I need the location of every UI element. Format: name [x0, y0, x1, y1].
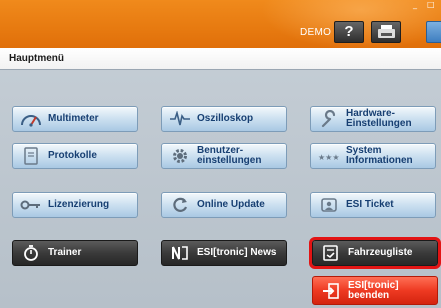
oszilloskop-label: Oszilloskop	[197, 113, 254, 124]
online-update-button[interactable]: Online Update	[161, 192, 287, 218]
esi-ticket-button[interactable]: ESI Ticket	[310, 192, 436, 218]
stars-icon: ★★★	[318, 146, 340, 166]
main-menu: Multimeter Oszilloskop Hardware- Einstel…	[0, 70, 441, 308]
svg-text:★★★: ★★★	[318, 153, 340, 161]
window-button[interactable]	[426, 21, 441, 43]
online-update-label: Online Update	[197, 199, 265, 210]
maximize-icon[interactable]: □	[427, 1, 435, 9]
mode-label: DEMO	[300, 27, 332, 38]
lizenzierung-button[interactable]: Lizenzierung	[12, 192, 138, 218]
ticket-icon	[318, 195, 340, 215]
multimeter-button[interactable]: Multimeter	[12, 106, 138, 132]
protokolle-button[interactable]: Protokolle	[12, 143, 138, 169]
lizenzierung-label: Lizenzierung	[48, 199, 110, 210]
stopwatch-icon	[20, 243, 42, 263]
fahrzeugliste-button[interactable]: Fahrzeugliste	[309, 237, 441, 269]
print-button[interactable]	[371, 21, 401, 43]
car-list-icon	[320, 243, 342, 263]
multimeter-label: Multimeter	[48, 113, 99, 124]
system-info-label: System Informationen	[346, 145, 413, 166]
exit-button[interactable]: ESI[tronic] beenden	[312, 276, 438, 305]
user-settings-label: Benutzer- einstellungen	[197, 145, 262, 166]
page-title: Hauptmenü	[9, 53, 64, 64]
exit-label: ESI[tronic] beenden	[348, 279, 399, 301]
oszilloskop-button[interactable]: Oszilloskop	[161, 106, 287, 132]
document-icon	[20, 146, 42, 166]
trainer-label: Trainer	[48, 247, 82, 258]
key-icon	[20, 195, 42, 215]
refresh-icon	[169, 195, 191, 215]
news-icon	[169, 243, 191, 263]
system-info-button[interactable]: ★★★ System Informationen	[310, 143, 436, 169]
wrench-icon	[318, 109, 340, 129]
minimize-icon[interactable]: _	[413, 1, 421, 9]
window-controls: _ □	[413, 1, 435, 9]
gear-icon	[169, 146, 191, 166]
hardware-settings-label: Hardware- Einstellungen	[346, 108, 412, 129]
gauge-icon	[20, 109, 42, 129]
title-bar: Hauptmenü	[0, 48, 441, 70]
esitronic-news-button[interactable]: ESI[tronic] News	[161, 240, 287, 266]
esi-ticket-label: ESI Ticket	[346, 199, 394, 210]
top-bar: _ □ DEMO ?	[0, 0, 441, 48]
trainer-button[interactable]: Trainer	[12, 240, 138, 266]
fahrzeugliste-label: Fahrzeugliste	[348, 247, 413, 258]
help-button[interactable]: ?	[334, 21, 364, 43]
waveform-icon	[169, 109, 191, 129]
hardware-settings-button[interactable]: Hardware- Einstellungen	[310, 106, 436, 132]
exit-icon	[320, 281, 342, 301]
help-icon: ?	[344, 23, 354, 40]
protokolle-label: Protokolle	[48, 150, 97, 161]
user-settings-button[interactable]: Benutzer- einstellungen	[161, 143, 287, 169]
esitronic-news-label: ESI[tronic] News	[197, 247, 277, 258]
